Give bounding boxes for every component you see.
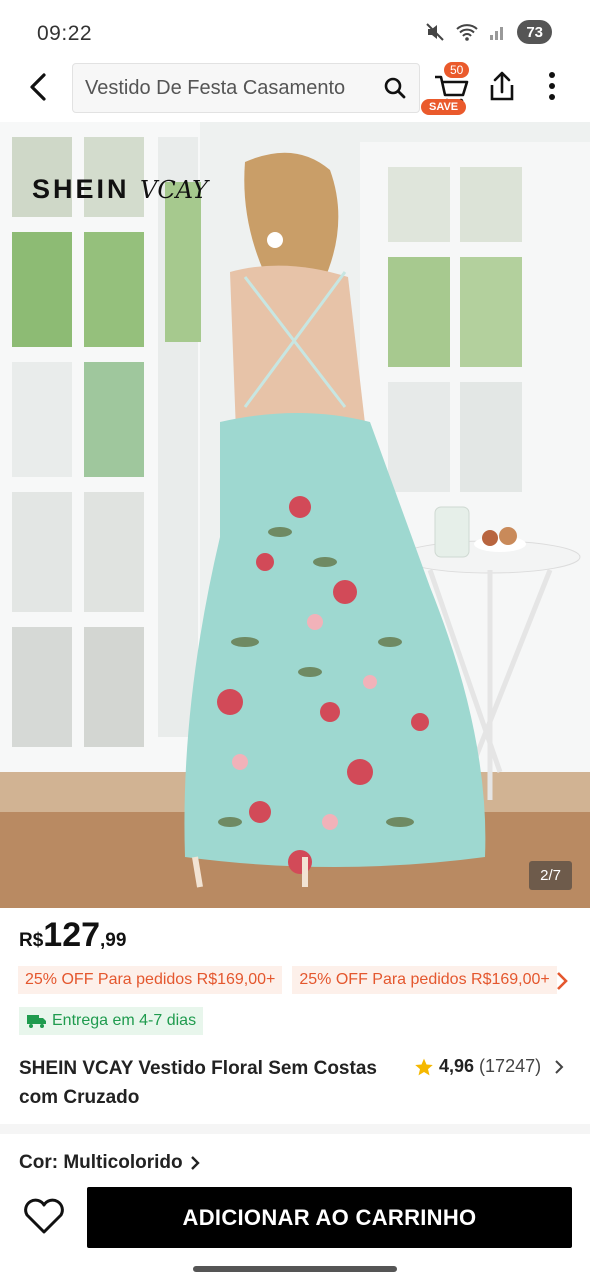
more-options-icon[interactable] bbox=[542, 70, 562, 104]
top-navigation: Vestido De Festa Casamento 50 SAVE bbox=[0, 60, 590, 122]
battery-indicator: 73 bbox=[517, 20, 552, 44]
back-arrow-icon[interactable] bbox=[22, 70, 56, 104]
search-bar[interactable]: Vestido De Festa Casamento bbox=[72, 63, 420, 113]
section-divider bbox=[0, 1124, 590, 1134]
signal-icon bbox=[490, 27, 504, 40]
price-currency: R$ bbox=[19, 930, 44, 951]
image-counter: 2/7 bbox=[529, 861, 572, 890]
bottom-action-bar: ADICIONAR AO CARRINHO bbox=[0, 1180, 590, 1260]
product-rating[interactable]: 4,96 (17247) bbox=[414, 1056, 566, 1077]
promo-tag[interactable]: 25% OFF Para pedidos R$169,00+ bbox=[18, 966, 283, 994]
cart-button[interactable]: 50 SAVE bbox=[421, 62, 480, 118]
chevron-right-icon[interactable] bbox=[189, 1154, 201, 1172]
home-indicator bbox=[0, 1258, 590, 1280]
truck-icon bbox=[27, 1015, 46, 1028]
delivery-text: Entrega em 4-7 dias bbox=[52, 1012, 197, 1029]
mute-icon bbox=[426, 23, 445, 41]
product-title: SHEIN VCAY Vestido Floral Sem Costas com… bbox=[19, 1058, 377, 1108]
rating-score: 4,96 bbox=[439, 1056, 475, 1076]
chevron-right-icon[interactable] bbox=[552, 1058, 566, 1076]
status-time: 09:22 bbox=[37, 22, 93, 45]
wifi-icon bbox=[456, 24, 478, 41]
star-icon bbox=[415, 1058, 433, 1075]
rating-count: (17247) bbox=[479, 1056, 542, 1076]
add-to-cart-button[interactable]: ADICIONAR AO CARRINHO bbox=[87, 1187, 572, 1248]
price-decimals: ,99 bbox=[100, 930, 127, 951]
product-price: R$127,99 bbox=[19, 916, 126, 955]
search-icon[interactable] bbox=[383, 76, 407, 100]
color-selector[interactable]: Cor: Multicolorido bbox=[19, 1152, 201, 1174]
heart-icon[interactable] bbox=[22, 1196, 66, 1236]
promo-tags[interactable]: 25% OFF Para pedidos R$169,00+ 25% OFF P… bbox=[18, 966, 557, 994]
save-badge: SAVE bbox=[421, 99, 467, 115]
product-photo[interactable] bbox=[0, 122, 590, 908]
price-integer: 127 bbox=[43, 916, 101, 954]
delivery-badge: Entrega em 4-7 dias bbox=[19, 1007, 204, 1035]
search-query-text[interactable]: Vestido De Festa Casamento bbox=[85, 77, 345, 100]
product-image-carousel[interactable]: SHEIN VCAY 2/7 bbox=[0, 122, 590, 908]
share-icon[interactable] bbox=[486, 70, 518, 104]
status-icons: 73 bbox=[425, 20, 552, 44]
chevron-right-icon[interactable] bbox=[555, 970, 569, 992]
promo-tag[interactable]: 25% OFF Para pedidos R$169,00+ bbox=[292, 966, 557, 994]
status-bar: 09:22 73 bbox=[0, 0, 590, 66]
color-label[interactable]: Cor: Multicolorido bbox=[19, 1152, 183, 1174]
cart-count-badge: 50 bbox=[444, 62, 470, 78]
brand-logo: SHEIN VCAY bbox=[32, 174, 208, 204]
